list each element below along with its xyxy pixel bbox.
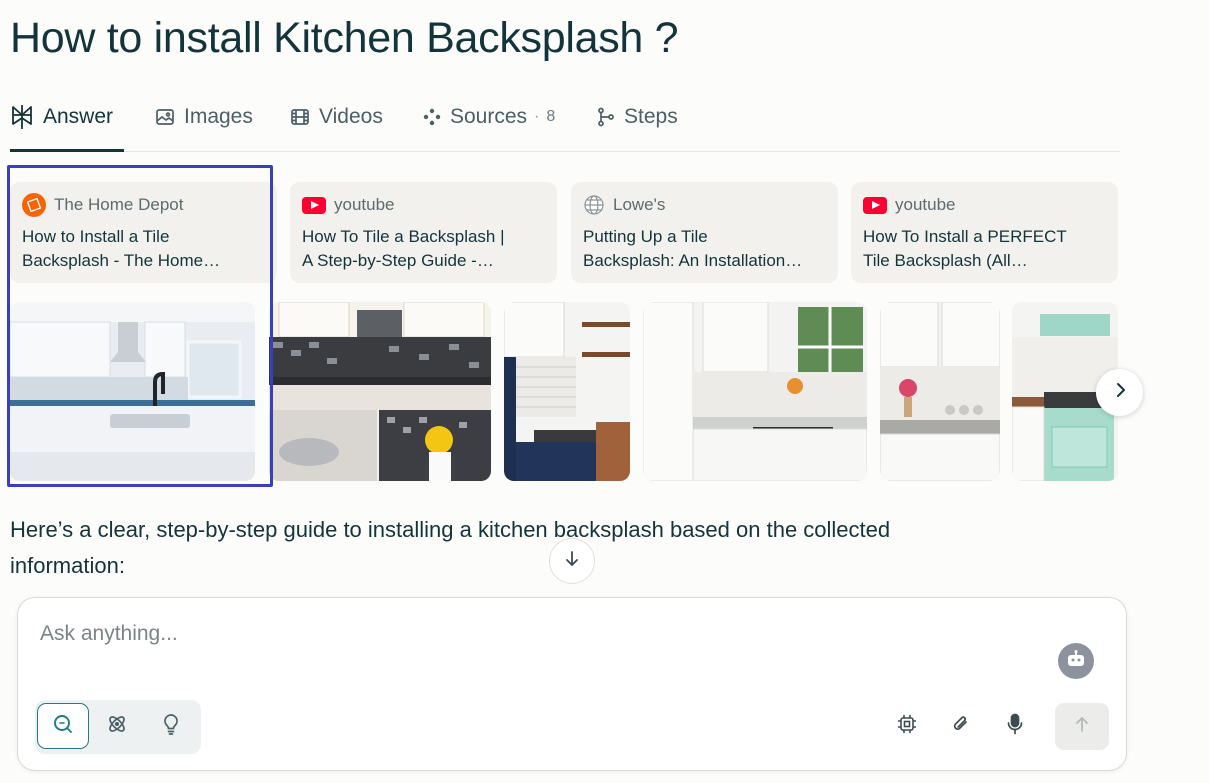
result-tabs: Answer Images Videos Sources · 8 Steps <box>10 92 1120 152</box>
source-title-line1: How to Install a Tile <box>22 227 170 246</box>
lightbulb-icon <box>161 713 181 740</box>
kitchen-image-5[interactable] <box>880 302 1000 481</box>
source-site-name: Lowe's <box>613 195 666 214</box>
tab-answer-label: Answer <box>43 105 114 128</box>
arrow-down-icon <box>564 550 580 573</box>
page-title: How to install Kitchen Backsplash ? <box>10 14 679 62</box>
arrow-up-icon <box>1074 715 1090 738</box>
attach-button[interactable] <box>943 708 979 744</box>
tab-sources-label: Sources <box>450 105 528 128</box>
kitchen-image-1[interactable] <box>10 302 255 481</box>
active-tab-indicator <box>10 149 124 152</box>
voice-input-button[interactable] <box>997 708 1033 744</box>
source-title-line1: How To Tile a Backsplash | <box>302 227 505 246</box>
tab-images[interactable]: Images <box>155 98 253 136</box>
microphone-icon <box>1006 713 1024 740</box>
tab-sources-separator: · <box>534 108 540 125</box>
kitchen-image-3[interactable] <box>504 302 630 481</box>
kitchen-image-2[interactable] <box>269 302 491 481</box>
youtube-icon <box>863 196 887 214</box>
tab-videos[interactable]: Videos <box>290 98 383 136</box>
robot-icon <box>1066 649 1086 673</box>
source-card-youtube-1[interactable]: youtube How To Tile a Backsplash | A Ste… <box>290 182 557 283</box>
scroll-down-button[interactable] <box>549 538 595 584</box>
tab-sources[interactable]: Sources · 8 <box>423 98 555 136</box>
mode-labs[interactable] <box>145 703 197 749</box>
assistant-bot-button[interactable] <box>1058 643 1094 679</box>
ask-box <box>17 597 1127 771</box>
youtube-icon <box>302 196 326 214</box>
source-title-line1: How To Install a PERFECT <box>863 227 1067 246</box>
tab-answer[interactable]: Answer <box>10 98 113 136</box>
video-icon <box>290 107 310 127</box>
next-images-button[interactable] <box>1096 369 1143 416</box>
answer-icon <box>10 104 34 130</box>
source-title-line2: Backsplash - The Home… <box>22 251 221 270</box>
source-card-lowes[interactable]: Lowe's Putting Up a Tile Backsplash: An … <box>571 182 838 283</box>
globe-icon <box>583 194 605 216</box>
research-icon <box>106 713 128 740</box>
source-title-line2: Tile Backsplash (All… <box>863 251 1028 270</box>
sources-icon <box>423 108 441 126</box>
source-title-line2: A Step-by-Step Guide -… <box>302 251 494 270</box>
search-mode-toggle <box>35 700 201 754</box>
tab-images-label: Images <box>184 105 253 128</box>
source-title-line2: Backsplash: An Installation… <box>583 251 803 270</box>
source-card-homedepot[interactable]: The Home Depot How to Install a Tile Bac… <box>10 182 277 283</box>
ask-input[interactable] <box>40 616 940 652</box>
search-icon <box>52 713 74 740</box>
source-card-youtube-2[interactable]: youtube How To Install a PERFECT Tile Ba… <box>851 182 1118 283</box>
source-site-name: youtube <box>895 195 956 214</box>
model-select-button[interactable] <box>889 708 925 744</box>
tab-sources-count: 8 <box>546 108 556 125</box>
image-icon <box>155 107 175 127</box>
answer-intro: Here’s a clear, step-by-step guide to in… <box>10 517 891 578</box>
tab-steps[interactable]: Steps <box>597 98 678 136</box>
mode-research[interactable] <box>91 703 143 749</box>
mode-search[interactable] <box>37 703 89 749</box>
steps-icon <box>597 107 615 127</box>
chip-icon <box>897 714 917 739</box>
home-depot-logo <box>22 193 46 217</box>
submit-button[interactable] <box>1055 703 1109 750</box>
tab-steps-label: Steps <box>624 105 678 128</box>
tab-videos-label: Videos <box>319 105 383 128</box>
source-site-name: The Home Depot <box>54 195 184 214</box>
paperclip-icon <box>951 713 971 740</box>
source-site-name: youtube <box>334 195 395 214</box>
source-title-line1: Putting Up a Tile <box>583 227 708 246</box>
kitchen-image-4[interactable] <box>643 302 867 481</box>
chevron-right-icon <box>1112 382 1128 403</box>
